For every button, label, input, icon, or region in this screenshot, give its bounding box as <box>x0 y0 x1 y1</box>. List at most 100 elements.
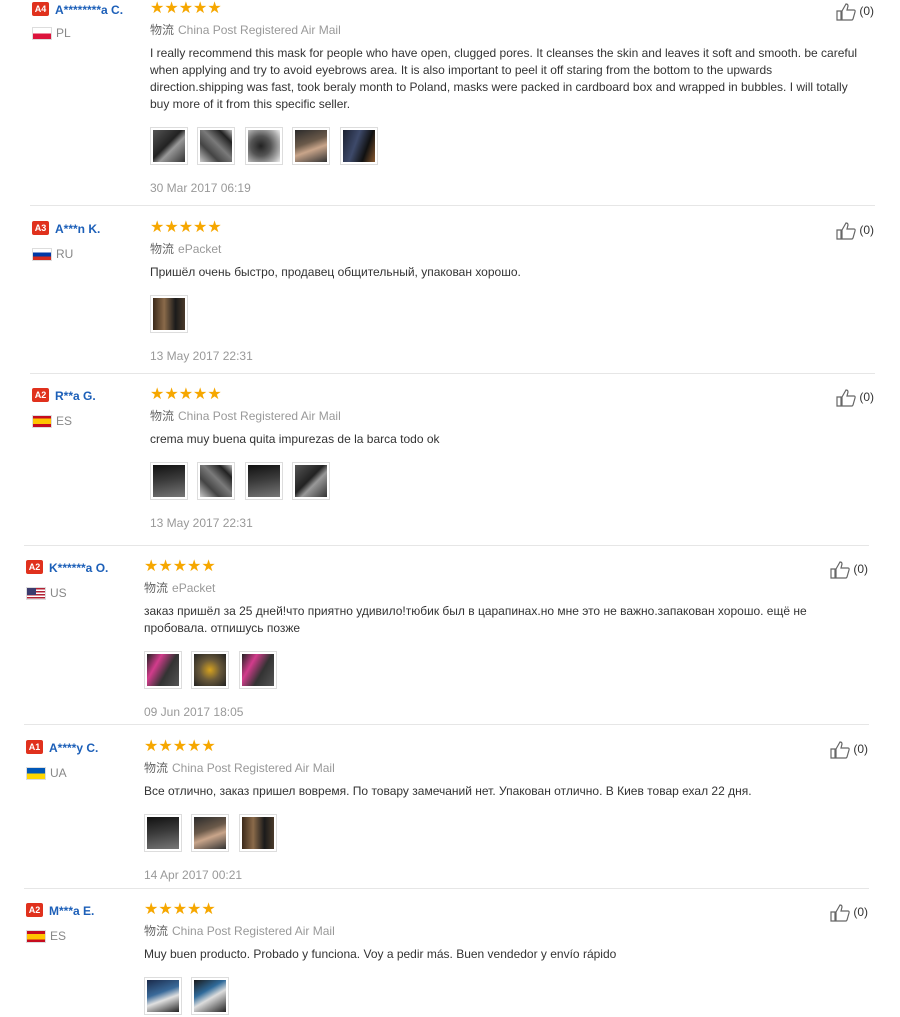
helpful-button[interactable]: (0) <box>836 221 874 240</box>
reviewer-name[interactable]: A****y C. <box>49 740 134 756</box>
helpful-button[interactable]: (0) <box>836 388 874 407</box>
shipping-method: 物流 China Post Registered Air Mail <box>150 408 865 424</box>
review-photos <box>150 127 865 167</box>
helpful-button[interactable]: (0) <box>836 2 874 21</box>
review-divider <box>24 724 869 725</box>
reviewer-name[interactable]: M***a E. <box>49 903 134 919</box>
review-photo[interactable] <box>144 977 182 1015</box>
country-code: US <box>50 586 67 600</box>
usa-flag-icon <box>26 587 46 601</box>
review-photo[interactable] <box>150 462 188 500</box>
thumbs-up-icon <box>830 561 851 579</box>
buyer-level-badge: A2 <box>26 560 43 574</box>
thumbs-up-icon <box>830 741 851 759</box>
reviewer-name[interactable]: K******a O. <box>49 560 134 576</box>
reviewer-country: US <box>26 586 134 601</box>
shipping-label: 物流 <box>150 409 175 423</box>
thumbs-up-icon <box>836 3 857 21</box>
review-photo[interactable] <box>191 977 230 1015</box>
country-code: RU <box>56 247 74 261</box>
review-body: ★★★★★ 物流 China Post Registered Air Mail В… <box>144 738 859 882</box>
reviewer-info: A4 A********a C. PL <box>32 2 140 41</box>
helpful-count: (0) <box>859 223 874 237</box>
helpful-button[interactable]: (0) <box>830 903 868 922</box>
shipping-value: China Post Registered Air Mail <box>172 924 335 938</box>
review-photo[interactable] <box>292 462 331 500</box>
review-text: crema muy buena quita impurezas de la ba… <box>150 432 440 446</box>
shipping-method: 物流 ePacket <box>144 580 859 596</box>
helpful-count: (0) <box>859 4 874 18</box>
reviewer-country: ES <box>32 414 140 429</box>
poland-flag-icon <box>32 27 52 41</box>
shipping-method: 物流 ePacket <box>150 241 865 257</box>
shipping-value: ePacket <box>178 242 222 256</box>
review-photo[interactable] <box>244 462 283 500</box>
review-photo[interactable] <box>292 127 331 165</box>
star-rating: ★★★★★ <box>150 219 222 236</box>
review-divider <box>24 888 869 889</box>
review-photo[interactable] <box>191 814 230 852</box>
review-photo[interactable] <box>144 651 182 689</box>
reviewer-info: A3 A***n K. RU <box>32 221 140 262</box>
reviewer-name[interactable]: A********a C. <box>55 2 140 18</box>
russia-flag-icon <box>32 248 52 262</box>
spain-flag-icon <box>32 415 52 429</box>
review-photos <box>150 295 865 335</box>
review-divider <box>30 373 875 374</box>
country-code: ES <box>56 414 73 428</box>
buyer-level-badge: A2 <box>26 903 43 917</box>
reviewer-info: A2 R**a G. ES <box>32 388 140 429</box>
shipping-value: ePacket <box>172 581 216 595</box>
reviewer-country: UA <box>26 766 134 781</box>
ukraine-flag-icon <box>26 767 46 781</box>
review-body: ★★★★★ 物流 ePacket Пришёл очень быстро, про… <box>150 219 865 363</box>
review-date: 13 May 2017 22:31 <box>150 516 253 530</box>
country-code: ES <box>50 929 67 943</box>
review-photo[interactable] <box>238 814 277 852</box>
buyer-level-badge: A1 <box>26 740 43 754</box>
review-photo[interactable] <box>197 127 236 165</box>
review-photos <box>150 462 865 502</box>
star-rating: ★★★★★ <box>144 738 216 755</box>
review-text: Пришёл очень быстро, продавец общительны… <box>150 265 521 279</box>
review-divider <box>30 205 875 206</box>
review-photo[interactable] <box>238 651 277 689</box>
shipping-label: 物流 <box>150 23 175 37</box>
helpful-button[interactable]: (0) <box>830 560 868 579</box>
thumbs-up-icon <box>836 222 857 240</box>
thumbs-up-icon <box>836 389 857 407</box>
review-text: заказ пришёл за 25 дней!что приятно удив… <box>144 604 807 635</box>
review-body: ★★★★★ 物流 China Post Registered Air Mail I… <box>150 0 865 195</box>
helpful-count: (0) <box>859 390 874 404</box>
buyer-level-badge: A2 <box>32 388 49 402</box>
review-divider <box>24 545 869 546</box>
thumbs-up-icon <box>830 904 851 922</box>
shipping-method: 物流 China Post Registered Air Mail <box>144 923 859 939</box>
review-text: Muy buen producto. Probado y funciona. V… <box>144 947 617 961</box>
shipping-value: China Post Registered Air Mail <box>178 409 341 423</box>
spain-flag-icon <box>26 930 46 944</box>
reviewer-country: PL <box>32 26 140 41</box>
shipping-label: 物流 <box>144 761 169 775</box>
reviewer-name[interactable]: A***n K. <box>55 221 140 237</box>
shipping-label: 物流 <box>150 242 175 256</box>
review-photo[interactable] <box>144 814 182 852</box>
review-photo[interactable] <box>197 462 236 500</box>
review-photo[interactable] <box>150 127 188 165</box>
helpful-button[interactable]: (0) <box>830 740 868 759</box>
review-photo[interactable] <box>191 651 230 689</box>
helpful-count: (0) <box>853 742 868 756</box>
review-photo[interactable] <box>244 127 283 165</box>
review-photo[interactable] <box>339 127 378 165</box>
country-code: UA <box>50 766 67 780</box>
review-photo[interactable] <box>150 295 188 333</box>
reviewer-country: ES <box>26 929 134 944</box>
review-photos <box>144 814 859 854</box>
review-body: ★★★★★ 物流 China Post Registered Air Mail c… <box>150 386 865 530</box>
review-date: 30 Mar 2017 06:19 <box>150 181 251 195</box>
star-rating: ★★★★★ <box>150 386 222 403</box>
review-text: Все отлично, заказ пришел вовремя. По то… <box>144 784 752 798</box>
helpful-count: (0) <box>853 905 868 919</box>
reviewer-name[interactable]: R**a G. <box>55 388 140 404</box>
review-date: 09 Jun 2017 18:05 <box>144 705 244 719</box>
